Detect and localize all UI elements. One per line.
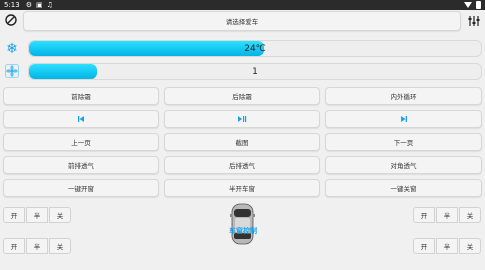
seg-label-open: 开 — [10, 212, 18, 220]
seg-label-close: 关 — [466, 212, 474, 220]
car-select-button[interactable]: 请选择爱车 — [23, 11, 461, 31]
power-icon[interactable] — [4, 13, 18, 27]
front-defrost-label: 前除霜 — [71, 93, 91, 101]
front-left-window-open[interactable]: 开 — [3, 207, 25, 223]
air-circulation-button[interactable]: 内外循环 — [325, 87, 482, 105]
play-pause-icon — [238, 116, 247, 122]
diagonal-vent-label: 对角透气 — [390, 162, 417, 170]
skip-next-button[interactable] — [325, 110, 482, 128]
seg-label-half: 半 — [443, 212, 451, 220]
front-right-window-half[interactable]: 半 — [436, 207, 458, 223]
diagonal-vent-button[interactable]: 对角透气 — [325, 156, 482, 174]
front-left-window-half[interactable]: 半 — [26, 207, 48, 223]
seg-label-half: 半 — [33, 212, 41, 220]
gear-icon: ⚙ — [25, 0, 33, 9]
car-select-label: 请选择爱车 — [225, 18, 259, 26]
next-page-label: 下一页 — [393, 139, 414, 147]
seg-label-close: 关 — [56, 212, 64, 220]
seg-label-open: 开 — [420, 243, 428, 251]
status-bar: 5:13 ⚙ ▣ ♫ — [0, 0, 485, 10]
fan-icon — [4, 63, 20, 79]
rear-right-window-half[interactable]: 半 — [436, 238, 458, 254]
wifi-icon — [464, 2, 472, 8]
settings-sliders-icon[interactable] — [467, 14, 481, 28]
rear-vent-label: 后排透气 — [229, 162, 255, 170]
snowflake-icon: ❄ — [6, 41, 18, 57]
notification-icon: ▣ — [36, 0, 43, 9]
front-right-window-open[interactable]: 开 — [413, 207, 435, 223]
open-all-windows-label: 一键开窗 — [68, 185, 94, 193]
front-left-window-close[interactable]: 关 — [49, 207, 71, 223]
half-open-windows-button[interactable]: 半开车窗 — [164, 179, 320, 197]
skip-next-icon — [400, 116, 407, 122]
play-pause-button[interactable] — [164, 110, 320, 128]
fan-speed-slider[interactable]: 1 — [28, 63, 482, 80]
screenshot-button[interactable]: 截图 — [164, 133, 320, 151]
skip-previous-icon — [78, 116, 84, 122]
seg-label-close: 关 — [56, 243, 64, 251]
seg-label-half: 半 — [443, 243, 451, 251]
screenshot-label: 截图 — [235, 139, 249, 147]
seg-label-open: 开 — [420, 212, 428, 220]
front-vent-label: 前排透气 — [68, 162, 94, 170]
temperature-slider[interactable]: 24℃ — [28, 40, 482, 57]
rear-right-window-open[interactable]: 开 — [413, 238, 435, 254]
rear-defrost-button[interactable]: 后除霜 — [164, 87, 320, 105]
seg-label-open: 开 — [10, 243, 18, 251]
half-open-windows-label: 半开车窗 — [229, 185, 255, 193]
battery-icon — [476, 1, 481, 9]
rear-defrost-label: 后除霜 — [232, 93, 252, 101]
music-icon: ♫ — [46, 0, 53, 9]
rear-vent-button[interactable]: 后排透气 — [164, 156, 320, 174]
next-page-button[interactable]: 下一页 — [325, 133, 482, 151]
close-all-windows-button[interactable]: 一键关窗 — [325, 179, 482, 197]
previous-page-button[interactable]: 上一页 — [3, 133, 159, 151]
open-all-windows-button[interactable]: 一键开窗 — [3, 179, 159, 197]
rear-left-window-open[interactable]: 开 — [3, 238, 25, 254]
rear-right-window-close[interactable]: 关 — [459, 238, 481, 254]
status-time: 5:13 — [4, 1, 20, 9]
close-all-windows-label: 一键关窗 — [390, 185, 417, 193]
car-top-view-icon — [230, 203, 255, 245]
temperature-value: 24℃ — [244, 43, 266, 54]
seg-label-close: 关 — [466, 243, 474, 251]
air-circulation-label: 内外循环 — [390, 93, 417, 101]
fan-speed-value: 1 — [252, 66, 258, 77]
car-window-control-label: 车窗控制 — [229, 227, 257, 235]
front-vent-button[interactable]: 前排透气 — [3, 156, 159, 174]
seg-label-half: 半 — [33, 243, 41, 251]
previous-page-label: 上一页 — [71, 139, 91, 147]
rear-left-window-half[interactable]: 半 — [26, 238, 48, 254]
front-defrost-button[interactable]: 前除霜 — [3, 87, 159, 105]
skip-previous-button[interactable] — [3, 110, 159, 128]
front-right-window-close[interactable]: 关 — [459, 207, 481, 223]
rear-left-window-close[interactable]: 关 — [49, 238, 71, 254]
